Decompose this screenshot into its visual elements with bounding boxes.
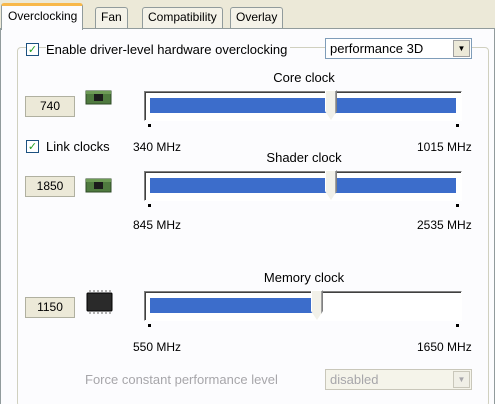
tab-label: Fan [101, 10, 122, 24]
memory-clock-max: 1650 MHz [417, 340, 472, 354]
tab-label: Overlay [236, 10, 278, 24]
link-clocks-checkbox[interactable]: ✓ [26, 140, 39, 153]
core-clock-title: Core clock [273, 70, 335, 85]
shader-clock-max: 2535 MHz [417, 218, 472, 232]
core-clock-value: 740 [25, 96, 75, 117]
chevron-down-icon[interactable]: ▼ [453, 40, 470, 57]
tab-label: Compatibility [148, 10, 217, 24]
memory-clock-thumb[interactable] [311, 290, 323, 320]
shader-chip-icon [85, 178, 112, 193]
tick-mark [148, 324, 151, 327]
gpu-chip-icon [85, 90, 112, 105]
profile-combo[interactable]: performance 3D ▼ [325, 38, 472, 59]
memory-clock-min: 550 MHz [133, 340, 182, 354]
memory-clock-fill [150, 298, 317, 313]
tick-mark [456, 124, 459, 127]
tab-compatibility[interactable]: Compatibility [142, 7, 223, 28]
core-clock-thumb[interactable] [325, 90, 337, 120]
force-performance-combo[interactable]: disabled ▼ [325, 369, 472, 390]
profile-combo-value: performance 3D [330, 41, 424, 56]
shader-clock-min: 845 MHz [133, 218, 182, 232]
memory-clock-title: Memory clock [263, 270, 345, 285]
tab-label: Overclocking [8, 9, 78, 23]
enable-overclocking-checkbox[interactable]: ✓ [26, 43, 39, 56]
tab-fan[interactable]: Fan [95, 7, 128, 28]
link-clocks-label: Link clocks [46, 139, 110, 154]
shader-clock-fill [150, 178, 456, 193]
enable-overclocking-label: Enable driver-level hardware overclockin… [46, 42, 291, 57]
tick-mark [456, 204, 459, 207]
tick-mark [456, 324, 459, 327]
memory-chip-icon [86, 290, 113, 314]
core-clock-fill [150, 98, 456, 113]
tick-mark [148, 124, 151, 127]
core-clock-slider[interactable] [144, 90, 462, 121]
tab-overclocking[interactable]: Overclocking [1, 3, 84, 30]
shader-clock-title: Shader clock [266, 150, 342, 165]
chevron-down-icon[interactable]: ▼ [453, 371, 470, 388]
tab-overlay[interactable]: Overlay [230, 7, 284, 28]
force-performance-value: disabled [330, 372, 379, 387]
shader-clock-slider[interactable] [144, 170, 462, 201]
memory-clock-value: 1150 [25, 297, 75, 318]
force-performance-label: Force constant performance level [85, 372, 278, 387]
shader-clock-value: 1850 [25, 176, 75, 197]
tab-bar: Overclocking Fan Compatibility Overlay [0, 0, 495, 30]
memory-clock-slider[interactable] [144, 290, 462, 321]
tick-mark [148, 204, 151, 207]
shader-clock-thumb[interactable] [325, 170, 337, 200]
